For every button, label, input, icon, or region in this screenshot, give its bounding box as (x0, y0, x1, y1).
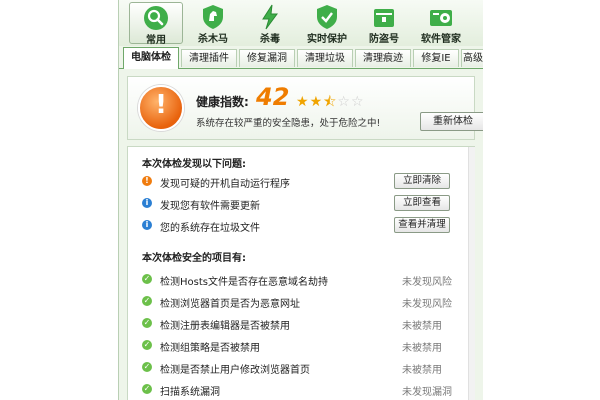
software-box-icon (430, 10, 452, 26)
vertical-scrollbar[interactable] (468, 147, 475, 400)
toolbar-button-realtime[interactable]: 实时保护 (300, 2, 354, 45)
horse-shield-icon (203, 5, 223, 29)
safe-text: 检测注册表编辑器是否被禁用 (160, 321, 290, 332)
safe-text: 扫描系统漏洞 (160, 387, 220, 398)
toolbar-button-antivirus[interactable]: 杀毒 (243, 2, 297, 45)
check-icon: ✓ (142, 384, 152, 394)
health-score: 42 (256, 83, 290, 111)
recheck-button[interactable]: 重新体检 (420, 112, 483, 131)
safe-box-icon (374, 9, 394, 27)
toolbar-label: 实时保护 (307, 34, 347, 45)
safe-row: ✓ 扫描系统漏洞 未发现漏洞 (138, 381, 468, 400)
problem-text: 发现您有软件需要更新 (160, 201, 260, 212)
toolbar-button-trojan[interactable]: 杀木马 (186, 2, 240, 45)
half-star-icon: ⯪ (323, 94, 338, 110)
safe-title: 本次体检安全的项目有: (142, 253, 246, 264)
toolbar-button-software[interactable]: 软件管家 (414, 2, 468, 45)
safe-text: 检测组策略是否被禁用 (160, 343, 260, 354)
safe-row: ✓ 检测浏览器首页是否为恶意网址 未发现风险 (138, 293, 468, 313)
safe-row: ✓ 检测是否禁止用户修改浏览器首页 未被禁用 (138, 359, 468, 379)
info-icon: i (142, 220, 152, 230)
toolbar-button-common[interactable]: 常用 (129, 2, 183, 46)
tab-clean-junk[interactable]: 清理垃圾 (297, 49, 353, 67)
safe-row: ✓ 检测Hosts文件是否存在恶意域名劫持 未发现风险 (138, 271, 468, 291)
warning-icon: ! (142, 176, 152, 186)
info-icon: i (142, 198, 152, 208)
safe-status: 未发现漏洞 (402, 387, 452, 398)
safe-text: 检测Hosts文件是否存在恶意域名劫持 (160, 277, 328, 288)
safe-status: 未被禁用 (402, 321, 442, 332)
safe-text: 检测是否禁止用户修改浏览器首页 (160, 365, 310, 376)
check-icon: ✓ (142, 340, 152, 350)
problems-title: 本次体检发现以下问题: (142, 159, 246, 170)
toolbar-label: 常用 (146, 35, 166, 46)
main-toolbar: 常用 杀木马 杀毒 实时保护 防盗号 软件管家 (119, 0, 483, 46)
safe-status: 未被禁用 (402, 365, 442, 376)
star-icon: ★ (296, 94, 310, 110)
safe-row: ✓ 检测注册表编辑器是否被禁用 未被禁用 (138, 315, 468, 335)
view-now-button[interactable]: 立即查看 (394, 195, 450, 211)
safe-status: 未发现风险 (402, 277, 452, 288)
empty-star-icon: ☆ (350, 94, 365, 110)
tab-clean-plugins[interactable]: 清理插件 (181, 49, 237, 67)
safe-status: 未被禁用 (402, 343, 442, 354)
problem-text: 发现可疑的开机自动运行程序 (160, 179, 290, 190)
safe-row: ✓ 检测组策略是否被禁用 未被禁用 (138, 337, 468, 357)
problem-row: ! 发现可疑的开机自动运行程序 立即清除 (138, 173, 468, 193)
health-description: 系统存在较严重的安全隐患，处于危险之中! (196, 118, 381, 129)
tab-clean-traces[interactable]: 清理痕迹 (355, 49, 411, 67)
safe-text: 检测浏览器首页是否为恶意网址 (160, 299, 300, 310)
view-and-clean-button[interactable]: 查看并清理 (394, 217, 450, 233)
health-label: 健康指数: (196, 95, 249, 109)
safe-status: 未发现风险 (402, 299, 452, 310)
warning-icon: ! (138, 85, 184, 131)
clear-now-button[interactable]: 立即清除 (394, 173, 450, 189)
toolbar-button-anti-theft[interactable]: 防盗号 (357, 2, 411, 45)
problem-row: i 您的系统存在垃圾文件 查看并清理 (138, 217, 468, 237)
tab-pc-checkup[interactable]: 电脑体检 (123, 47, 179, 69)
tab-fix-vulnerabilities[interactable]: 修复漏洞 (239, 49, 295, 67)
toolbar-label: 软件管家 (421, 34, 461, 45)
rating-stars: ★★⯪☆☆ (296, 91, 365, 115)
check-icon: ✓ (142, 362, 152, 372)
problem-row: i 发现您有软件需要更新 立即查看 (138, 195, 468, 215)
lightning-icon (262, 4, 278, 30)
checkup-results: 本次体检发现以下问题: ! 发现可疑的开机自动运行程序 立即清除 i 发现您有软… (127, 146, 475, 400)
check-icon: ✓ (142, 274, 152, 284)
empty-star-icon: ☆ (337, 94, 351, 110)
toolbar-label: 杀木马 (198, 34, 228, 45)
check-icon: ✓ (142, 318, 152, 328)
star-icon: ★ (309, 94, 324, 110)
shield-check-icon (317, 5, 337, 29)
tab-fix-ie[interactable]: 修复IE (413, 49, 459, 67)
health-panel: ! 健康指数: 42 ★★⯪☆☆ 系统存在较严重的安全隐患，处于危险之中! 重新… (127, 76, 483, 140)
app-window: 常用 杀木马 杀毒 实时保护 防盗号 软件管家 电脑体检 清理插件 修复漏洞 清… (118, 0, 483, 400)
tab-advanced[interactable]: 高级 (461, 49, 483, 67)
problem-text: 您的系统存在垃圾文件 (160, 223, 260, 234)
check-icon: ✓ (142, 296, 152, 306)
toolbar-label: 杀毒 (260, 34, 280, 45)
toolbar-label: 防盗号 (369, 34, 399, 45)
tab-bar: 电脑体检 清理插件 修复漏洞 清理垃圾 清理痕迹 修复IE 高级 (119, 46, 483, 69)
magnifier-icon (144, 6, 168, 30)
